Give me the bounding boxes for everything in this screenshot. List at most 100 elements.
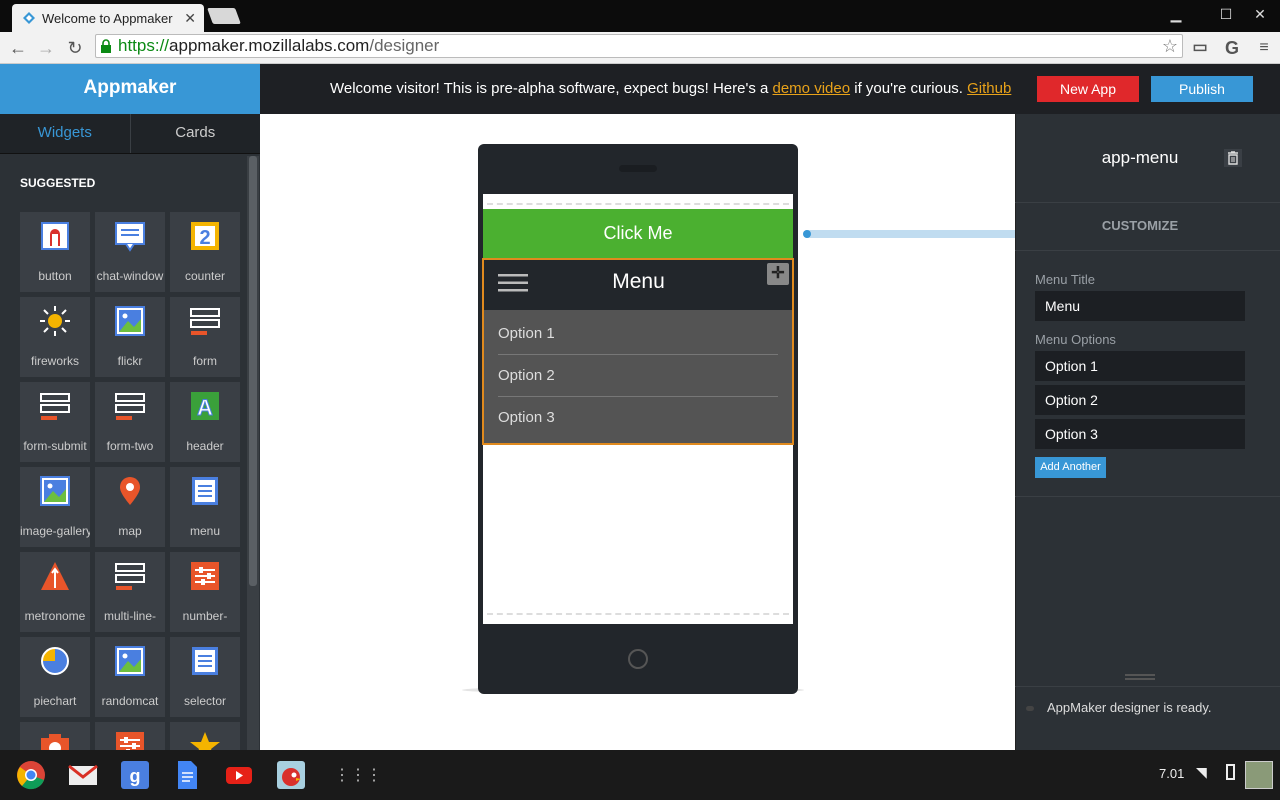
sidebar-tabs: Widgets Cards	[0, 114, 260, 154]
appmaker-favicon-icon	[23, 12, 35, 24]
widget-tile-item-18[interactable]	[20, 722, 90, 750]
widget-tile-header[interactable]: Aheader	[170, 382, 240, 462]
widget-tile-button[interactable]: button	[20, 212, 90, 292]
widget-tile-item-19[interactable]	[95, 722, 165, 750]
docs-app-icon[interactable]	[172, 760, 202, 790]
widget-tile-chat-window[interactable]: chat-window	[95, 212, 165, 292]
close-tab-icon[interactable]: ✕	[184, 10, 196, 27]
menu-option-1[interactable]: Option 1	[498, 313, 778, 355]
menu-title-input[interactable]: Menu	[1035, 291, 1245, 321]
github-link[interactable]: Github	[967, 80, 1011, 97]
menu-options-label: Menu Options	[1035, 332, 1116, 347]
widget-tile-form-two[interactable]: form-two	[95, 382, 165, 462]
widget-label: map	[118, 524, 142, 538]
click-me-button[interactable]: Click Me	[483, 209, 793, 258]
widget-tile-piechart[interactable]: piechart	[20, 637, 90, 717]
chrome-app-icon[interactable]	[16, 760, 46, 790]
widget-label: image-gallery	[20, 524, 90, 538]
sliders-icon	[191, 562, 219, 590]
trash-icon[interactable]	[1223, 148, 1243, 168]
wifi-icon[interactable]: ◥	[1196, 764, 1207, 781]
menu-title-label: Menu Title	[1035, 272, 1095, 287]
piechart-icon	[41, 647, 69, 675]
new-tab-button[interactable]	[207, 8, 241, 24]
phone-home-button	[628, 649, 648, 669]
menu-doc-icon	[192, 647, 218, 675]
demo-video-link[interactable]: demo video	[773, 80, 851, 97]
forward-icon[interactable]: →	[34, 36, 58, 60]
publish-button[interactable]: Publish	[1151, 76, 1253, 102]
channel-connector[interactable]	[806, 230, 1015, 238]
tab-title: Welcome to Appmaker	[42, 10, 173, 26]
address-bar[interactable]: https://appmaker.mozillalabs.com/designe…	[95, 34, 1183, 58]
sidebar-scroll-thumb[interactable]	[249, 156, 257, 586]
widget-tile-selector[interactable]: selector	[170, 637, 240, 717]
menu-option-2[interactable]: Option 2	[498, 355, 778, 397]
widget-tile-menu[interactable]: menu	[170, 467, 240, 547]
widget-tile-flickr[interactable]: flickr	[95, 297, 165, 377]
star-icon	[190, 732, 220, 750]
drop-zone-top	[487, 203, 789, 205]
widget-tile-multi-line-[interactable]: multi-line-	[95, 552, 165, 632]
map-pin-icon	[120, 477, 140, 505]
add-another-button[interactable]: Add Another	[1035, 457, 1106, 478]
widget-tile-metronome[interactable]: metronome	[20, 552, 90, 632]
widget-label: flickr	[117, 354, 143, 368]
tab-widgets[interactable]: Widgets	[0, 114, 131, 153]
user-avatar[interactable]	[1245, 761, 1273, 789]
google-extension-icon[interactable]: G	[1220, 36, 1244, 60]
widget-label: button	[38, 269, 72, 283]
widget-tile-image-gallery[interactable]: image-gallery	[20, 467, 90, 547]
browser-tab[interactable]: Welcome to Appmaker ✕	[12, 4, 204, 32]
form-icon	[40, 393, 70, 420]
widget-tile-fireworks[interactable]: fireworks	[20, 297, 90, 377]
option-input-2[interactable]: Option 2	[1035, 385, 1245, 415]
divider	[1015, 250, 1280, 251]
battery-icon[interactable]	[1226, 764, 1235, 780]
resize-grip-icon[interactable]	[1125, 674, 1155, 680]
divider	[1015, 686, 1280, 687]
menu-option-3[interactable]: Option 3	[498, 397, 778, 439]
connector-dot[interactable]	[803, 230, 811, 238]
bookmark-star-icon[interactable]: ☆	[1162, 36, 1178, 57]
google-search-app-icon[interactable]: g	[120, 760, 150, 790]
welcome-middle: if you're curious.	[850, 80, 968, 97]
tab-cards[interactable]: Cards	[131, 114, 261, 153]
youtube-app-icon[interactable]	[224, 760, 254, 790]
angry-birds-app-icon[interactable]	[276, 760, 306, 790]
new-app-button[interactable]: New App	[1037, 76, 1139, 102]
app-launcher-icon[interactable]: ⋮⋮⋮	[334, 765, 382, 785]
widget-tile-map[interactable]: map	[95, 467, 165, 547]
gmail-app-icon[interactable]	[68, 760, 98, 790]
cast-icon[interactable]: ▭	[1188, 36, 1212, 60]
hamburger-icon[interactable]	[498, 274, 528, 292]
widget-tile-randomcat[interactable]: randomcat	[95, 637, 165, 717]
option-input-1[interactable]: Option 1	[1035, 351, 1245, 381]
reload-icon[interactable]: ↻	[63, 36, 87, 60]
back-icon[interactable]: ←	[6, 36, 30, 60]
form-icon	[190, 308, 220, 335]
divider	[1015, 202, 1280, 203]
widget-label: fireworks	[30, 354, 79, 368]
menu-doc-icon	[192, 477, 218, 505]
svg-text:A: A	[197, 395, 213, 420]
widget-tile-form[interactable]: form	[170, 297, 240, 377]
widget-label: form-two	[106, 439, 154, 453]
chrome-menu-icon[interactable]: ≡	[1252, 36, 1276, 60]
close-window-icon[interactable]: ✕	[1248, 6, 1272, 23]
widget-label: header	[186, 439, 224, 453]
header-icon: A	[191, 392, 219, 421]
add-widget-icon[interactable]: ✛	[767, 263, 789, 285]
widget-tile-form-submit[interactable]: form-submit	[20, 382, 90, 462]
minimize-icon[interactable]: ▁	[1164, 6, 1188, 23]
chat-icon	[115, 222, 145, 252]
widget-tile-number-[interactable]: number-	[170, 552, 240, 632]
url-path: /designer	[369, 36, 440, 55]
url-host: appmaker.mozillalabs.com	[169, 36, 370, 55]
widget-tile-item-20[interactable]	[170, 722, 240, 750]
widget-tile-counter[interactable]: 2 counter	[170, 212, 240, 292]
widget-label: menu	[189, 524, 221, 538]
option-input-3[interactable]: Option 3	[1035, 419, 1245, 449]
maximize-icon[interactable]: ☐	[1214, 6, 1238, 23]
widget-label: form	[193, 354, 217, 368]
